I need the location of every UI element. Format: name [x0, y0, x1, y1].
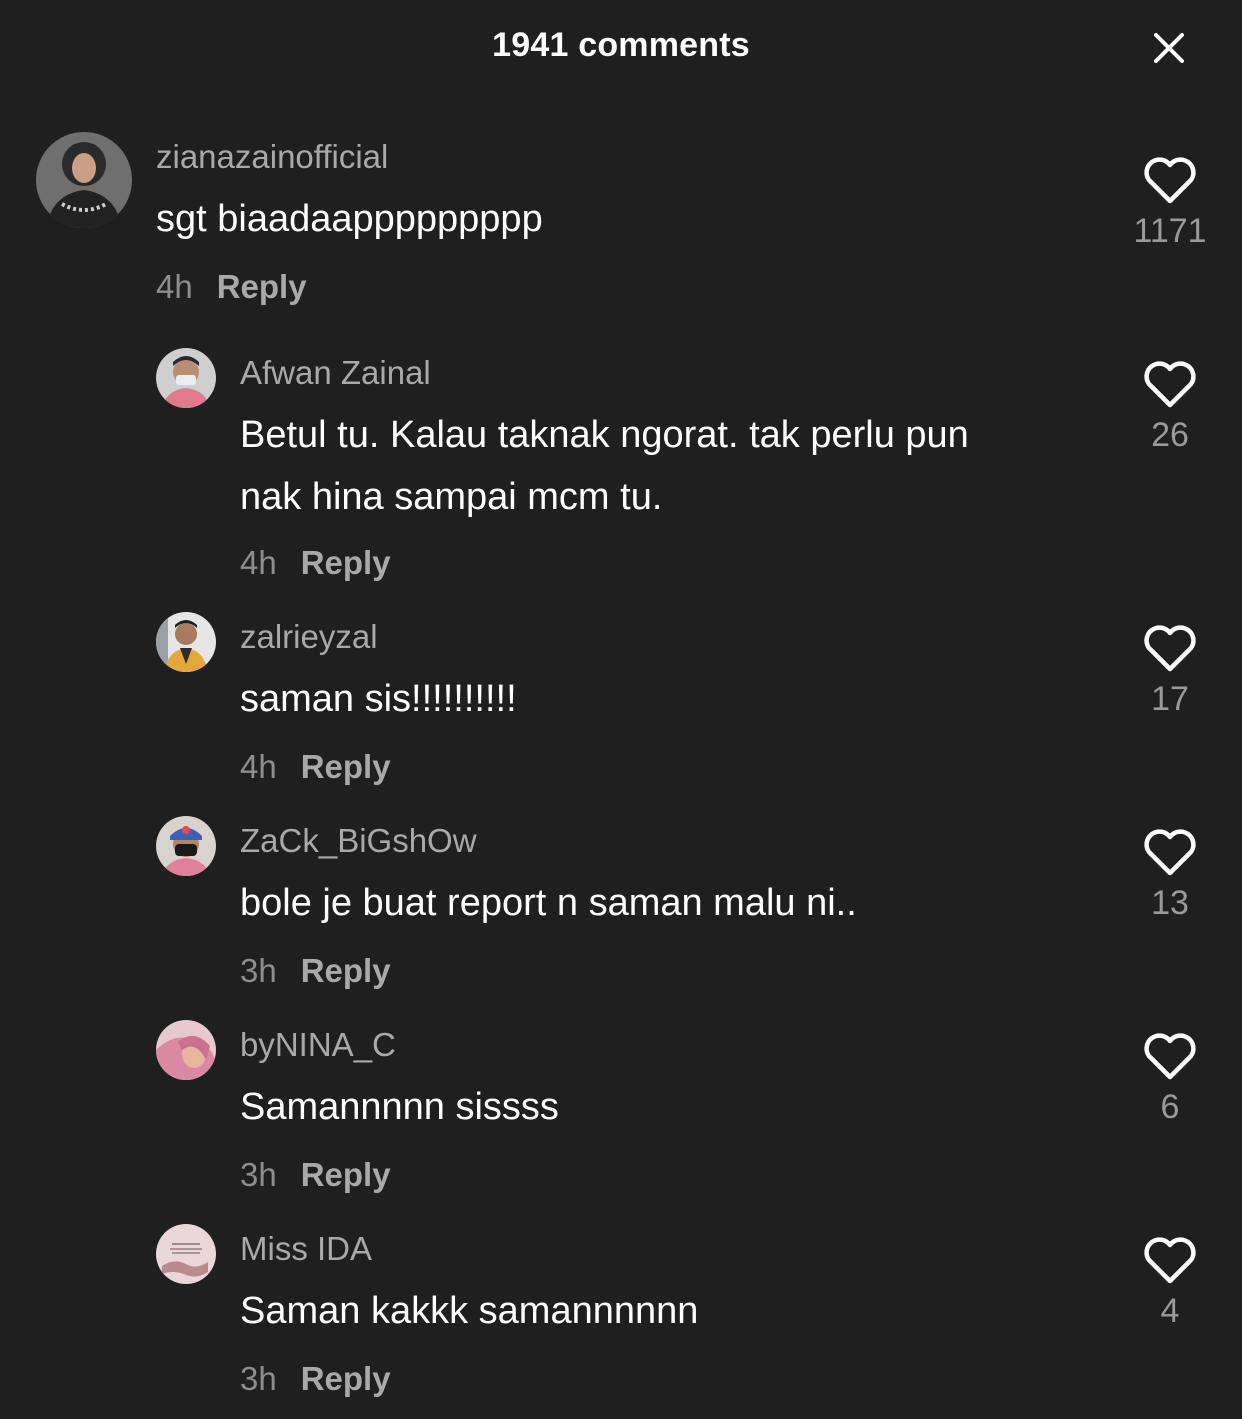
reply-button[interactable]: Reply	[301, 748, 391, 785]
comment-username[interactable]: Afwan Zainal	[240, 354, 431, 392]
avatar[interactable]	[156, 816, 216, 876]
avatar[interactable]	[156, 612, 216, 672]
comment-username[interactable]: zianazainofficial	[156, 138, 388, 176]
like-count: 1171	[1133, 212, 1207, 250]
comment-text: Saman kakkk samannnnnn	[240, 1290, 699, 1332]
avatar[interactable]	[36, 132, 132, 228]
comment-time: 3h	[240, 1360, 277, 1397]
heart-outline-icon[interactable]	[1141, 358, 1199, 410]
reply-button[interactable]: Reply	[217, 268, 307, 305]
comment-meta: 3h Reply	[240, 1156, 391, 1194]
reply-button[interactable]: Reply	[301, 952, 391, 989]
like-count: 17	[1151, 680, 1189, 718]
heart-outline-icon[interactable]	[1141, 622, 1199, 674]
comment-meta: 3h Reply	[240, 952, 391, 990]
close-icon[interactable]	[1145, 24, 1193, 72]
comment-text: saman sis!!!!!!!!!!	[240, 678, 517, 720]
reply-button[interactable]: Reply	[301, 1156, 391, 1193]
like-count: 4	[1160, 1292, 1180, 1330]
comment-username[interactable]: Miss IDA	[240, 1230, 372, 1268]
comments-header: 1941 comments	[0, 0, 1242, 96]
comments-sheet: 1941 comments zianazainofficial sgt biaa…	[0, 0, 1242, 1419]
comment-meta: 4h Reply	[240, 748, 391, 786]
like-count: 6	[1160, 1088, 1180, 1126]
comment-meta: 4h Reply	[156, 268, 307, 306]
comment-text: Betul tu. Kalau taknak ngorat. tak perlu…	[240, 414, 969, 518]
comment-username[interactable]: ZaCk_BiGshOw	[240, 822, 477, 860]
comment-time: 4h	[240, 544, 277, 581]
comment-text: sgt biaadaappppppppp	[156, 198, 543, 240]
avatar[interactable]	[156, 348, 216, 408]
like-control: 4	[1130, 1234, 1210, 1331]
like-control: 6	[1130, 1030, 1210, 1127]
heart-outline-icon[interactable]	[1141, 154, 1199, 206]
comment-username[interactable]: zalrieyzal	[240, 618, 378, 656]
reply-button[interactable]: Reply	[301, 544, 391, 581]
like-count: 26	[1151, 416, 1189, 454]
avatar[interactable]	[156, 1224, 216, 1284]
like-count: 13	[1151, 884, 1189, 922]
comment-time: 3h	[240, 952, 277, 989]
like-control: 17	[1130, 622, 1210, 719]
comment-meta: 3h Reply	[240, 1360, 391, 1398]
heart-outline-icon[interactable]	[1141, 1030, 1199, 1082]
heart-outline-icon[interactable]	[1141, 826, 1199, 878]
comment-text: Samannnnn sissss	[240, 1086, 559, 1128]
like-control: 1171	[1130, 154, 1210, 251]
heart-outline-icon[interactable]	[1141, 1234, 1199, 1286]
comment-meta: 4h Reply	[240, 544, 391, 582]
avatar[interactable]	[156, 1020, 216, 1080]
comment-time: 4h	[156, 268, 193, 305]
comment-time: 4h	[240, 748, 277, 785]
comments-count-title: 1941 comments	[492, 26, 750, 64]
like-control: 13	[1130, 826, 1210, 923]
like-control: 26	[1130, 358, 1210, 455]
comment-time: 3h	[240, 1156, 277, 1193]
comment-username[interactable]: byNINA_C	[240, 1026, 396, 1064]
reply-button[interactable]: Reply	[301, 1360, 391, 1397]
comment-text: bole je buat report n saman malu ni..	[240, 882, 857, 924]
